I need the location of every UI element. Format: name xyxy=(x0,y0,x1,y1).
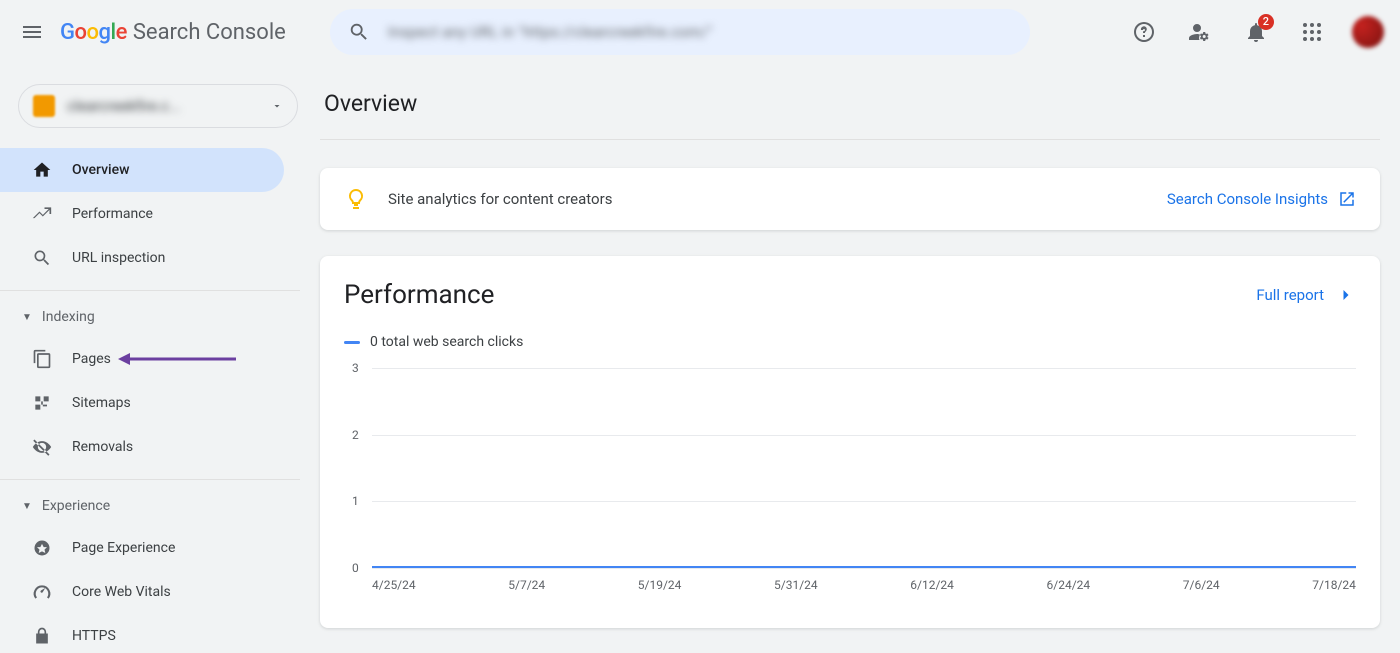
apps-button[interactable] xyxy=(1288,8,1336,56)
search-icon xyxy=(30,248,54,268)
page-title: Overview xyxy=(320,84,1380,140)
chevron-down-icon xyxy=(271,100,283,112)
y-tick-label: 3 xyxy=(352,361,359,375)
x-tick-label: 5/7/24 xyxy=(508,578,545,592)
full-report-label: Full report xyxy=(1256,286,1324,304)
search-icon xyxy=(348,21,370,43)
insights-link[interactable]: Search Console Insights xyxy=(1167,190,1356,208)
property-name: clearcreekfire.c... xyxy=(67,97,259,115)
notification-badge: 2 xyxy=(1258,14,1274,30)
insights-text: Site analytics for content creators xyxy=(388,190,612,208)
x-tick-label: 4/25/24 xyxy=(372,578,416,592)
help-button[interactable] xyxy=(1120,8,1168,56)
x-tick-label: 5/31/24 xyxy=(774,578,818,592)
divider xyxy=(0,479,300,480)
nav-label: Removals xyxy=(72,439,133,455)
x-tick-label: 6/24/24 xyxy=(1047,578,1091,592)
nav-label: Core Web Vitals xyxy=(72,584,171,600)
insights-link-label: Search Console Insights xyxy=(1167,190,1328,208)
sidebar: clearcreekfire.c... Overview Performance… xyxy=(0,64,300,653)
sidebar-item-performance[interactable]: Performance xyxy=(0,192,284,236)
nav-label: Performance xyxy=(72,206,153,222)
x-tick-label: 7/18/24 xyxy=(1312,578,1356,592)
topbar-actions: 2 xyxy=(1120,8,1384,56)
grid-line xyxy=(372,435,1356,436)
sidebar-item-url-inspection[interactable]: URL inspection xyxy=(0,236,284,280)
chart-legend: 0 total web search clicks xyxy=(344,334,1356,350)
grid-line xyxy=(372,368,1356,369)
property-favicon xyxy=(33,95,55,117)
lock-icon xyxy=(30,626,54,646)
hamburger-icon xyxy=(20,20,44,44)
chevron-down-icon: ▼ xyxy=(22,501,32,512)
performance-title: Performance xyxy=(344,280,494,310)
trend-icon xyxy=(30,204,54,224)
chevron-down-icon: ▼ xyxy=(22,312,32,323)
y-tick-label: 2 xyxy=(352,428,359,442)
chevron-right-icon xyxy=(1336,285,1356,305)
lightbulb-icon xyxy=(344,187,368,211)
search-placeholder: Inspect any URL in "https://clearcreekfi… xyxy=(388,23,713,41)
section-header-experience[interactable]: ▼ Experience xyxy=(0,486,300,526)
divider xyxy=(0,290,300,291)
performance-header: Performance Full report xyxy=(344,280,1356,310)
sidebar-item-overview[interactable]: Overview xyxy=(0,148,284,192)
sidebar-item-https[interactable]: HTTPS xyxy=(0,614,284,653)
sidebar-item-page-experience[interactable]: Page Experience xyxy=(0,526,284,570)
grid-line xyxy=(372,501,1356,502)
section-title: Experience xyxy=(42,498,110,514)
nav-label: Pages xyxy=(72,351,111,367)
open-in-new-icon xyxy=(1338,190,1356,208)
apps-grid-icon xyxy=(1302,22,1322,42)
sitemaps-icon xyxy=(30,393,54,413)
pages-icon xyxy=(30,349,54,369)
section-header-indexing[interactable]: ▼ Indexing xyxy=(0,297,300,337)
help-icon xyxy=(1132,20,1156,44)
home-icon xyxy=(30,160,54,180)
y-tick-label: 0 xyxy=(352,561,359,575)
insights-card: Site analytics for content creators Sear… xyxy=(320,168,1380,230)
legend-swatch xyxy=(344,341,360,344)
people-gear-icon xyxy=(1188,20,1212,44)
property-selector[interactable]: clearcreekfire.c... xyxy=(18,84,298,128)
sidebar-item-core-web-vitals[interactable]: Core Web Vitals xyxy=(0,570,284,614)
sidebar-item-removals[interactable]: Removals xyxy=(0,425,284,469)
account-avatar[interactable] xyxy=(1352,16,1384,48)
nav-label: Sitemaps xyxy=(72,395,131,411)
performance-card: Performance Full report 0 total web sear… xyxy=(320,256,1380,628)
nav-label: Page Experience xyxy=(72,540,175,556)
x-tick-label: 7/6/24 xyxy=(1183,578,1220,592)
x-tick-label: 5/19/24 xyxy=(638,578,682,592)
topbar: Google Search Console Inspect any URL in… xyxy=(0,0,1400,64)
x-tick-label: 6/12/24 xyxy=(910,578,954,592)
removals-icon xyxy=(30,437,54,457)
speed-icon xyxy=(30,582,54,602)
sidebar-item-pages[interactable]: Pages xyxy=(0,337,284,381)
full-report-link[interactable]: Full report xyxy=(1256,285,1356,305)
y-tick-label: 1 xyxy=(352,494,359,508)
page-experience-icon xyxy=(30,538,54,558)
annotation-arrow-icon xyxy=(118,349,238,369)
notifications-button[interactable]: 2 xyxy=(1232,8,1280,56)
user-management-button[interactable] xyxy=(1176,8,1224,56)
url-inspect-search[interactable]: Inspect any URL in "https://clearcreekfi… xyxy=(330,9,1030,55)
performance-chart: 3210 4/25/245/7/245/19/245/31/246/12/246… xyxy=(344,368,1356,598)
hamburger-menu-button[interactable] xyxy=(8,8,56,56)
section-title: Indexing xyxy=(42,309,95,325)
product-name: Search Console xyxy=(133,20,286,45)
brand-logo[interactable]: Google Search Console xyxy=(60,20,286,45)
main-content: Overview Site analytics for content crea… xyxy=(300,64,1400,653)
legend-text: 0 total web search clicks xyxy=(370,334,523,350)
nav-label: HTTPS xyxy=(72,628,116,644)
google-wordmark: Google xyxy=(60,20,127,45)
nav-label: Overview xyxy=(72,162,129,178)
sidebar-item-sitemaps[interactable]: Sitemaps xyxy=(0,381,284,425)
nav-label: URL inspection xyxy=(72,250,165,266)
